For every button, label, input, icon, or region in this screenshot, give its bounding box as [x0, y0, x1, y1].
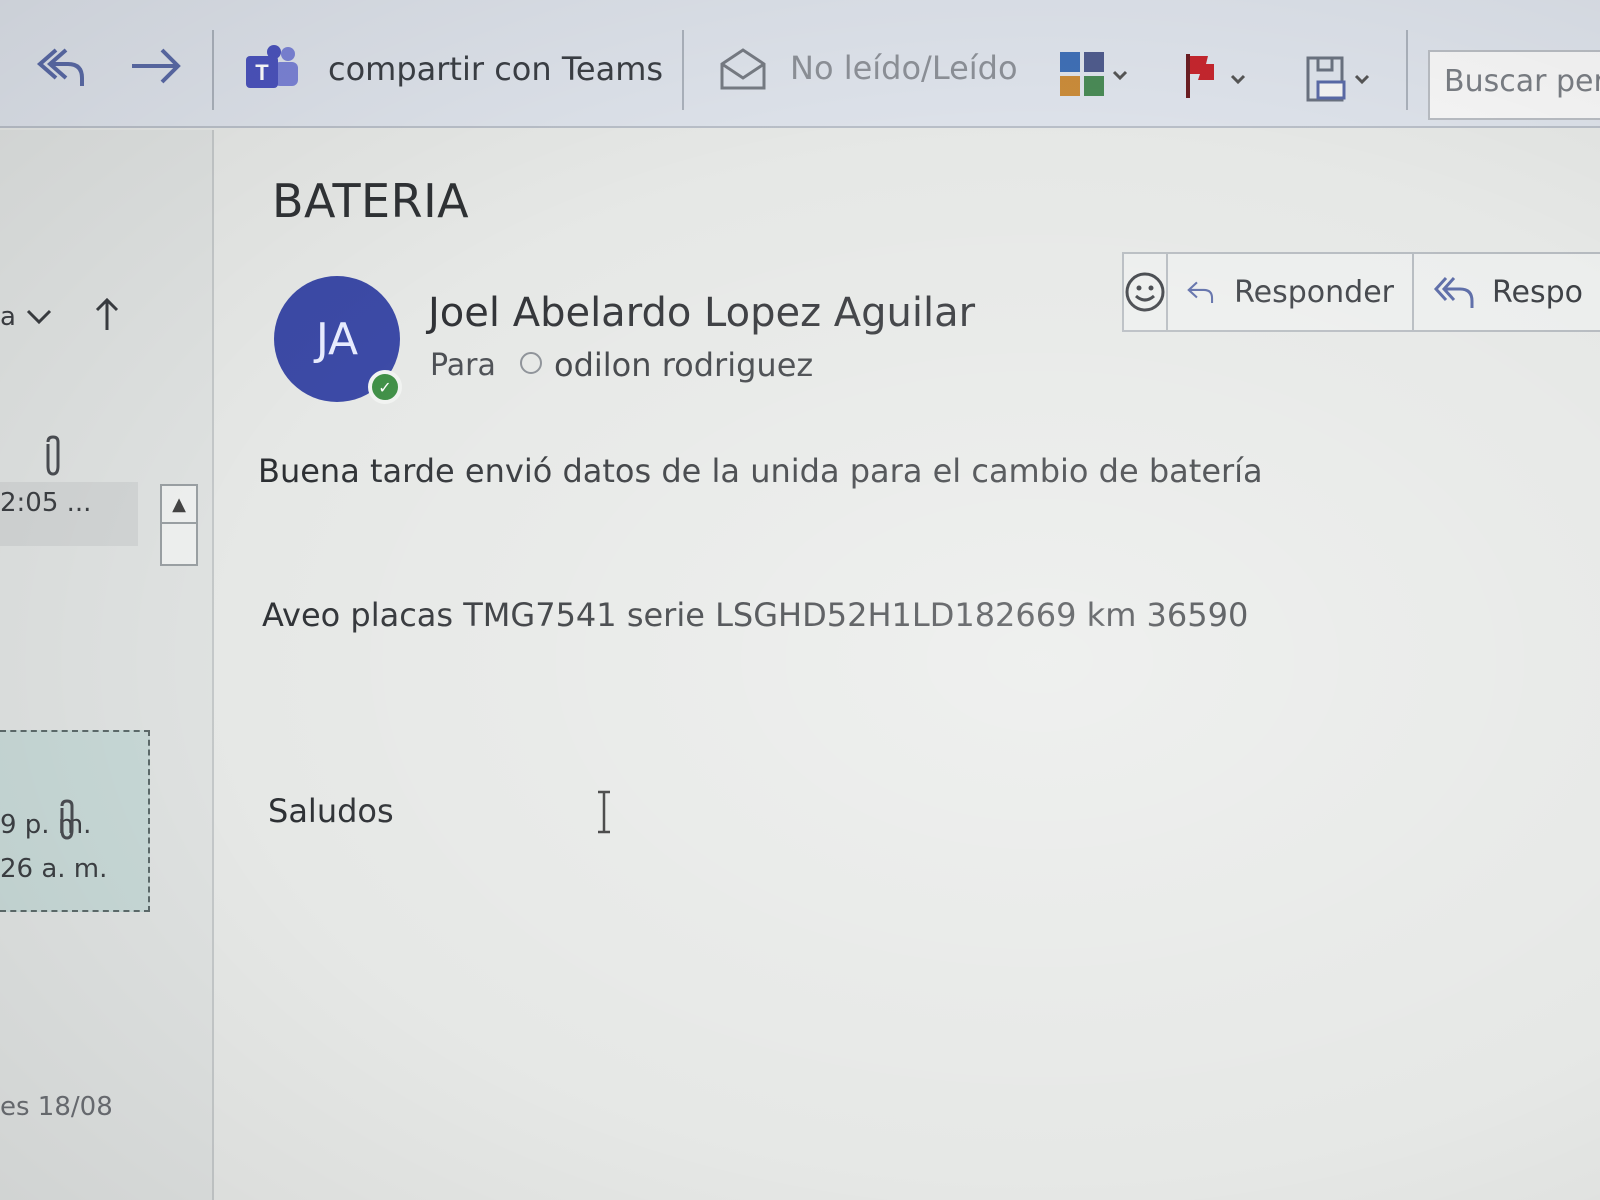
- reply-all-label: Respo: [1492, 274, 1583, 310]
- reply-icon: [1187, 281, 1214, 303]
- attachment-icon: [54, 798, 80, 849]
- sort-dropdown[interactable]: a: [0, 302, 54, 332]
- chevron-down-icon: [26, 309, 51, 325]
- move-to-button[interactable]: [1304, 54, 1380, 104]
- ribbon-toolbar: T compartir con Teams No leído/Leído Bus…: [0, 0, 1600, 128]
- search-people-input[interactable]: Buscar pers: [1428, 50, 1600, 120]
- categorize-icon: [1060, 52, 1128, 96]
- recipient-name[interactable]: odilon rodriguez: [554, 346, 813, 384]
- message-body-line: Saludos: [268, 792, 394, 830]
- attachment-icon: [40, 434, 66, 485]
- categorize-button[interactable]: [1058, 50, 1132, 98]
- sort-arrow-icon: [95, 297, 119, 330]
- undo-button[interactable]: [34, 42, 88, 92]
- reply-all-icon: [1433, 276, 1474, 308]
- svg-text:T: T: [255, 60, 269, 85]
- group-footer-date: es 18/08: [0, 1092, 113, 1122]
- message-actions: Responder Respo: [1122, 252, 1600, 332]
- message-body-line: Buena tarde envió datos de la unida para…: [258, 452, 1263, 490]
- message-list-pane: a ▲ 2:05 ... 9 p. m. 26 a. m. es 18/08: [0, 130, 214, 1200]
- scrollbar[interactable]: ▲: [160, 484, 198, 566]
- share-teams-label: compartir con Teams: [328, 50, 664, 88]
- teams-icon: T: [246, 45, 298, 88]
- unread-read-label: No leído/Leído: [790, 49, 1018, 87]
- unread-read-button[interactable]: No leído/Leído: [718, 44, 1018, 92]
- to-label: Para: [430, 348, 496, 383]
- emoji-reaction-button[interactable]: [1124, 254, 1168, 330]
- sender-name[interactable]: Joel Abelardo Lopez Aguilar: [428, 290, 975, 336]
- undo-icon: [36, 48, 84, 86]
- forward-button[interactable]: [128, 46, 184, 86]
- list-item-time: 26 a. m.: [0, 854, 108, 884]
- message-subject: BATERIA: [272, 174, 470, 228]
- message-body-line: Aveo placas TMG7541 serie LSGHD52H1LD182…: [262, 596, 1249, 634]
- forward-icon: [132, 48, 181, 84]
- sort-label: a: [0, 302, 16, 332]
- recipient-presence-icon: [520, 352, 542, 374]
- flag-button[interactable]: [1182, 52, 1256, 100]
- envelope-open-icon: [720, 48, 766, 90]
- text-cursor-icon: [598, 790, 610, 834]
- move-to-icon: [1306, 56, 1370, 102]
- presence-available-icon: ✓: [368, 370, 402, 404]
- avatar-initials: JA: [315, 313, 359, 365]
- scroll-up-button[interactable]: ▲: [162, 486, 196, 524]
- reply-all-button[interactable]: Respo: [1414, 254, 1600, 330]
- emoji-icon: [1125, 272, 1165, 312]
- share-teams-button[interactable]: T compartir con Teams: [244, 44, 663, 94]
- sort-direction-button[interactable]: [94, 296, 120, 339]
- reply-button[interactable]: Responder: [1168, 254, 1414, 330]
- search-placeholder: Buscar pers: [1444, 64, 1600, 99]
- flag-icon: [1186, 54, 1246, 98]
- reply-label: Responder: [1234, 274, 1394, 310]
- list-item-time: 2:05 ...: [0, 488, 92, 518]
